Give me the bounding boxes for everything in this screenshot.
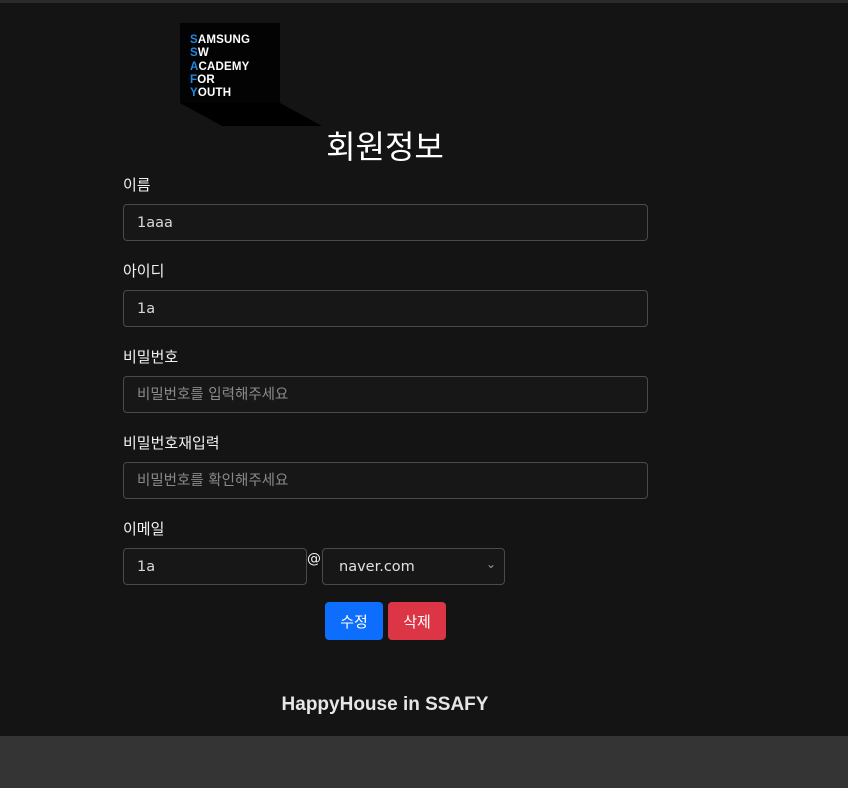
userid-label: 아이디 <box>123 262 165 280</box>
edit-button[interactable]: 수정 <box>325 602 383 640</box>
email-id-input[interactable] <box>123 548 307 585</box>
footer-text: HappyHouse in SSAFY <box>281 694 489 715</box>
logo-line-1: SAMSUNG <box>190 34 251 46</box>
page-title: 회원정보 <box>326 128 444 166</box>
password-input[interactable] <box>123 376 648 413</box>
logo-text: SAMSUNG SW ACADEMY FOR YOUTH <box>190 34 250 100</box>
email-domain-value: naver.com <box>339 559 415 575</box>
logo-line-5: YOUTH <box>190 87 232 100</box>
logo-line-4: FOR <box>190 73 215 86</box>
delete-button[interactable]: 삭제 <box>388 602 446 640</box>
chevron-down-icon: ⌄ <box>485 557 496 571</box>
name-input[interactable] <box>123 204 648 241</box>
password-confirm-label: 비밀번호재입력 <box>123 434 220 452</box>
logo-line-3: ACADEMY <box>190 60 250 73</box>
ssafy-logo[interactable]: SAMSUNG SW ACADEMY FOR YOUTH <box>180 23 322 126</box>
at-sign: @ <box>307 551 321 567</box>
userid-input[interactable] <box>123 290 648 327</box>
password-confirm-input[interactable] <box>123 462 648 499</box>
logo-line-2: SW <box>190 47 209 60</box>
name-label: 이름 <box>123 176 151 194</box>
password-label: 비밀번호 <box>123 348 179 366</box>
email-label: 이메일 <box>123 520 165 538</box>
email-domain-select[interactable]: naver.com ⌄ <box>322 548 505 585</box>
